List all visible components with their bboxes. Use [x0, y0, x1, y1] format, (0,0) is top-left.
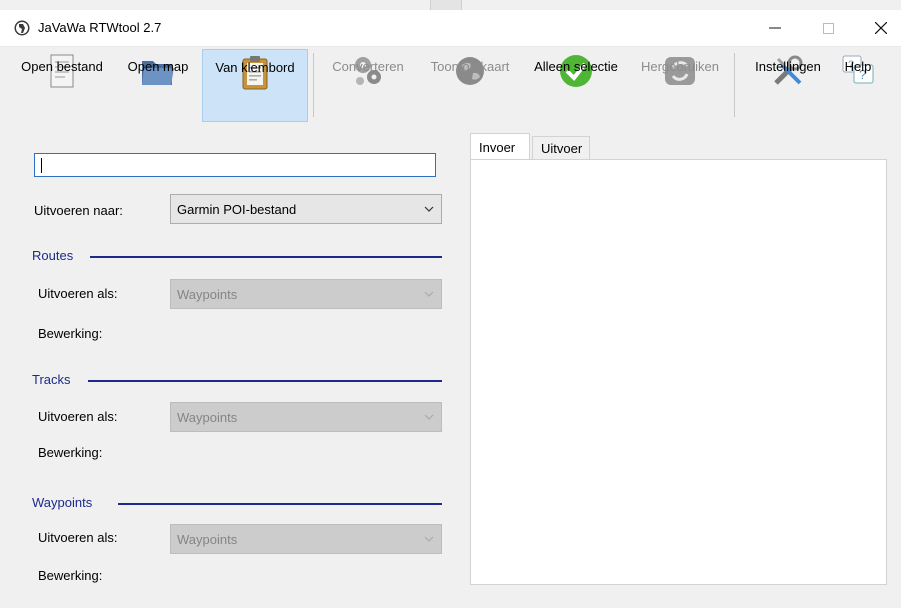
routes-output-as-label: Uitvoeren als: [38, 286, 118, 301]
tab-output[interactable]: Uitvoer [532, 136, 590, 160]
show-on-map-button[interactable]: Toon op kaart [420, 49, 520, 122]
routes-output-as-select[interactable]: Waypoints [170, 279, 442, 309]
help-label: Help [844, 59, 872, 74]
options-panel: Uitvoeren naar: Garmin POI-bestand Route… [22, 140, 442, 600]
toolbar: Open bestand Open map Van klembord Conve… [0, 47, 901, 124]
toolbar-separator [734, 53, 735, 117]
text-caret [41, 158, 42, 173]
help-button[interactable]: ? ? Help [835, 49, 881, 122]
section-title-waypoints: Waypoints [32, 495, 93, 510]
open-file-button[interactable]: Open bestand [10, 49, 114, 122]
section-divider [118, 503, 442, 505]
from-clipboard-label: Van klembord [215, 60, 295, 75]
open-file-label: Open bestand [21, 59, 103, 74]
chevron-down-icon [424, 291, 434, 297]
routes-output-as-value: Waypoints [177, 287, 238, 302]
waypoints-edit-label: Bewerking: [38, 568, 103, 583]
maximize-button[interactable] [805, 10, 851, 46]
tracks-output-as-value: Waypoints [177, 410, 238, 425]
top-edge [0, 0, 901, 10]
title-bar: JaVaWa RTWtool 2.7 [0, 10, 901, 47]
settings-button[interactable]: Instellingen [745, 49, 831, 122]
output-to-label: Uitvoeren naar: [34, 203, 123, 218]
output-to-select[interactable]: Garmin POI-bestand [170, 194, 442, 224]
output-to-value: Garmin POI-bestand [177, 202, 297, 217]
input-tab-content[interactable] [470, 159, 887, 585]
tracks-edit-label: Bewerking: [38, 445, 103, 460]
minimize-icon [769, 27, 781, 29]
chevron-down-icon [424, 206, 434, 212]
waypoints-output-as-label: Uitvoeren als: [38, 530, 118, 545]
tracks-output-as-select[interactable]: Waypoints [170, 402, 442, 432]
app-logo-icon [14, 20, 30, 36]
open-folder-label: Open map [127, 59, 189, 74]
reuse-button[interactable]: Hergebruiken [632, 49, 728, 122]
selection-only-button[interactable]: Alleen selectie [524, 49, 628, 122]
from-clipboard-button[interactable]: Van klembord [202, 49, 308, 122]
settings-label: Instellingen [755, 59, 821, 74]
maximize-icon [822, 22, 834, 34]
routes-edit-label: Bewerking: [38, 326, 103, 341]
waypoints-output-as-select[interactable]: Waypoints [170, 524, 442, 554]
section-title-routes: Routes [32, 248, 74, 263]
waypoints-output-as-value: Waypoints [177, 532, 238, 547]
convert-label: Converteren [332, 59, 404, 74]
show-on-map-label: Toon op kaart [430, 59, 510, 74]
section-divider [88, 380, 442, 382]
close-button[interactable] [858, 10, 901, 46]
tab-input-label: Invoer [479, 140, 516, 155]
selection-only-label: Alleen selectie [534, 59, 618, 74]
source-input[interactable] [34, 153, 436, 177]
window-title: JaVaWa RTWtool 2.7 [38, 20, 162, 35]
top-edge-segment [430, 0, 462, 10]
reuse-label: Hergebruiken [640, 59, 720, 74]
minimize-button[interactable] [752, 10, 798, 46]
toolbar-separator [313, 53, 314, 117]
convert-button[interactable]: Converteren [324, 49, 412, 122]
close-icon [875, 22, 887, 34]
open-folder-button[interactable]: Open map [118, 49, 198, 122]
chevron-down-icon [424, 536, 434, 542]
section-divider [90, 256, 442, 258]
tracks-output-as-label: Uitvoeren als: [38, 409, 118, 424]
chevron-down-icon [424, 414, 434, 420]
section-title-tracks: Tracks [32, 372, 71, 387]
tab-input[interactable]: Invoer [470, 133, 530, 161]
tab-output-label: Uitvoer [541, 141, 583, 156]
